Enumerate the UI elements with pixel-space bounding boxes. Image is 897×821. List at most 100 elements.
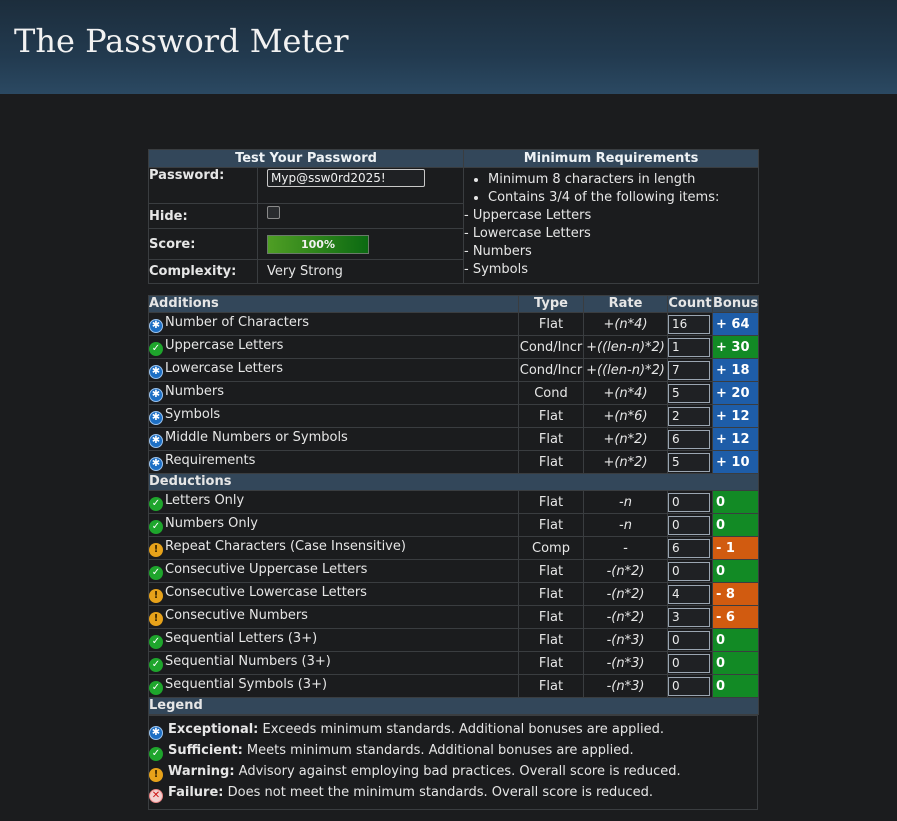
row-bonus: 0 [712, 651, 759, 675]
row-type: Flat [518, 674, 584, 698]
row-type: Flat [518, 559, 584, 583]
legend-item-text: Exceeds minimum standards. Additional bo… [258, 722, 665, 737]
row-type: Flat [518, 427, 584, 451]
warning-circle-icon: ! [149, 612, 163, 626]
row-name-cell: ✓ Numbers Only [148, 513, 519, 537]
row-count-box: 16 [668, 314, 710, 334]
legend-item-label: Exceptional: [168, 722, 259, 737]
row-name-cell: ✓ Sequential Symbols (3+) [148, 674, 519, 698]
star-badge-icon: ✱ [149, 434, 163, 448]
score-cell: 100% [257, 228, 464, 260]
row-label: Consecutive Numbers [165, 608, 308, 623]
legend-item-text: Does not meet the minimum standards. Ove… [223, 785, 654, 800]
requirement-bullet: Minimum 8 characters in length [488, 171, 758, 189]
requirement-item: - Lowercase Letters [464, 226, 591, 241]
row-name-cell: ✱ Symbols [148, 404, 519, 428]
row-type: Flat [518, 605, 584, 629]
requirement-item: - Numbers [464, 244, 532, 259]
table-row: ! Consecutive Numbers Flat -(n*2) 3- 6 [148, 605, 759, 629]
deductions-rows: ✓ Letters Only Flat -n 0 0 ✓ Numbers Only Flat -n… [148, 490, 759, 698]
row-label: Repeat Characters (Case Insensitive) [165, 539, 406, 554]
row-count-cell: 5 [667, 450, 713, 474]
type-column-header: Type [518, 295, 584, 313]
score-value: 100% [301, 237, 335, 251]
row-name-cell: ! Consecutive Numbers [148, 605, 519, 629]
row-count-box: 5 [668, 383, 710, 403]
table-row: ✱ Lowercase Letters Cond/Incr +((len-n)*2) 7… [148, 358, 759, 382]
row-name-cell: ✱ Middle Numbers or Symbols [148, 427, 519, 451]
row-count-box: 0 [668, 653, 710, 673]
row-bonus: + 12 [712, 427, 759, 451]
password-label: Password: [148, 167, 258, 204]
requirements-list: Minimum 8 characters in length Contains … [464, 171, 758, 207]
row-count-cell: 0 [667, 651, 713, 675]
row-type: Flat [518, 513, 584, 537]
row-rate: +(n*2) [583, 427, 668, 451]
score-bar: 100% [267, 234, 369, 254]
row-label: Symbols [165, 407, 221, 422]
row-bonus: 0 [712, 628, 759, 652]
check-circle-icon: ✓ [149, 520, 163, 534]
row-count-box: 3 [668, 607, 710, 627]
row-count-cell: 1 [667, 335, 713, 359]
row-count-box: 7 [668, 360, 710, 380]
row-count-cell: 0 [667, 628, 713, 652]
row-name-cell: ✱ Numbers [148, 381, 519, 405]
hide-checkbox[interactable] [267, 206, 280, 219]
row-type: Cond/Incr [518, 335, 584, 359]
row-label: Sequential Letters (3+) [165, 631, 318, 646]
additions-rows: ✱ Number of Characters Flat +(n*4) 16 + 64 ✓ Up… [148, 312, 759, 474]
row-bonus: 0 [712, 513, 759, 537]
row-count-box: 2 [668, 406, 710, 426]
row-count-cell: 0 [667, 559, 713, 583]
row-type: Flat [518, 582, 584, 606]
check-circle-icon: ✓ [149, 635, 163, 649]
row-count-box: 0 [668, 676, 710, 696]
row-label: Sequential Numbers (3+) [165, 654, 331, 669]
requirement-item: - Uppercase Letters [464, 208, 592, 223]
row-count-box: 0 [668, 630, 710, 650]
table-row: ✓ Uppercase Letters Cond/Incr +((len-n)*2) 1… [148, 335, 759, 359]
additions-header: Additions [148, 295, 519, 313]
row-rate: -(n*2) [583, 582, 668, 606]
table-row: ! Consecutive Lowercase Letters Flat -(n*2)… [148, 582, 759, 606]
row-rate: +((len-n)*2) [583, 358, 668, 382]
row-name-cell: ! Repeat Characters (Case Insensitive) [148, 536, 519, 560]
row-rate: +(n*6) [583, 404, 668, 428]
row-bonus: + 12 [712, 404, 759, 428]
score-label: Score: [148, 228, 258, 260]
legend-list: ✱ Exceptional: Exceeds minimum standards.… [148, 715, 758, 810]
row-count-box: 0 [668, 515, 710, 535]
row-type: Cond/Incr [518, 358, 584, 382]
requirement-bullet: Contains 3/4 of the following items: [488, 189, 758, 207]
table-row: ✓ Letters Only Flat -n 0 0 [148, 490, 759, 514]
row-count-cell: 2 [667, 404, 713, 428]
row-label: Sequential Symbols (3+) [165, 677, 328, 692]
row-rate: - [583, 536, 668, 560]
row-label: Numbers Only [165, 516, 258, 531]
legend-item-label: Failure: [168, 785, 224, 800]
row-type: Flat [518, 651, 584, 675]
check-circle-icon: ✓ [149, 658, 163, 672]
row-count-cell: 6 [667, 427, 713, 451]
x-circle-icon: ✕ [149, 789, 163, 803]
row-rate: +(n*4) [583, 312, 668, 336]
row-name-cell: ✓ Sequential Numbers (3+) [148, 651, 519, 675]
row-rate: -(n*3) [583, 651, 668, 675]
password-input[interactable] [267, 169, 425, 187]
row-rate: -n [583, 490, 668, 514]
site-header: The Password Meter [0, 0, 897, 94]
check-circle-icon: ✓ [149, 342, 163, 356]
row-rate: +(n*2) [583, 450, 668, 474]
row-count-box: 0 [668, 561, 710, 581]
table-row: ✱ Number of Characters Flat +(n*4) 16 + 64 [148, 312, 759, 336]
legend-item-label: Warning: [168, 764, 235, 779]
row-type: Flat [518, 628, 584, 652]
rate-column-header: Rate [583, 295, 668, 313]
check-circle-icon: ✓ [149, 497, 163, 511]
table-row: ✓ Sequential Numbers (3+) Flat -(n*3) 0 0 [148, 651, 759, 675]
bonus-column-header: Bonus [712, 295, 759, 313]
row-count-box: 5 [668, 452, 710, 472]
password-cell [257, 167, 464, 204]
row-rate: +((len-n)*2) [583, 335, 668, 359]
